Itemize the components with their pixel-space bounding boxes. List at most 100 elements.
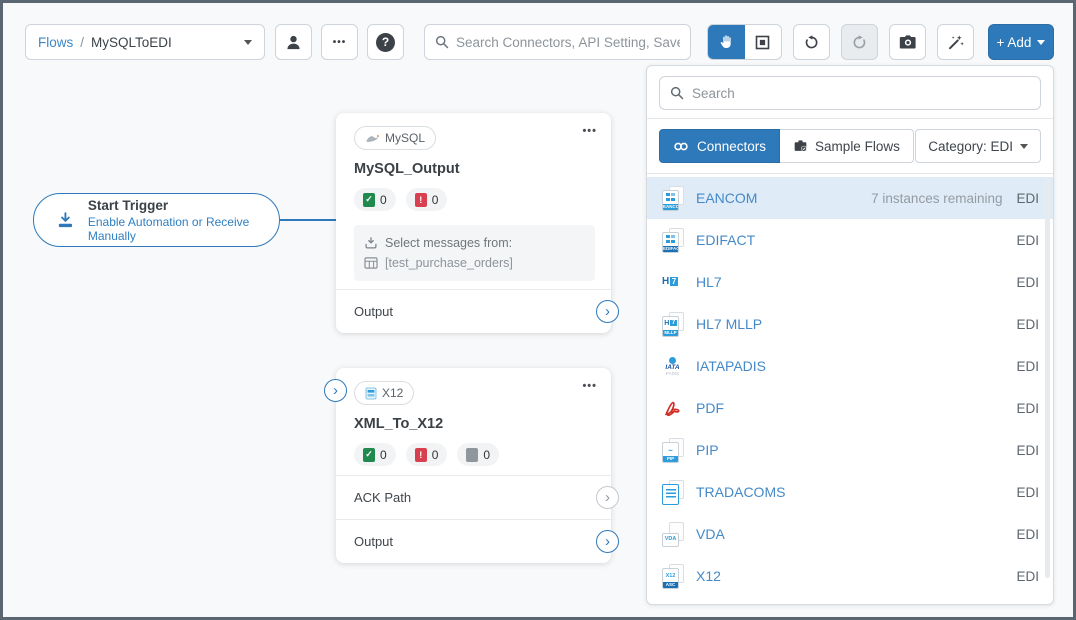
x12-doc-count[interactable]: 0 [457,443,499,466]
connector-search[interactable] [659,76,1041,110]
trigger-subtitle[interactable]: Enable Automation or Receive Manually [88,215,279,243]
marquee-select-icon [755,35,770,50]
mysql-logo-icon [365,134,380,143]
connector-category: EDI [1016,485,1039,500]
x12-output-label: Output [354,534,393,549]
link-icon [673,141,690,152]
connector-row-x12[interactable]: X12ASC X12 EDI [647,555,1053,597]
connector-name[interactable]: PIP [696,442,990,458]
error-file-icon: ! [415,448,427,462]
x12-error-count[interactable]: ! 0 [406,443,448,466]
success-count-value: 0 [380,193,387,207]
mysql-output-label: Output [354,304,393,319]
connector-row-pip[interactable]: ~PIP PIP EDI [647,429,1053,471]
x12-node-header: X12 ••• XML_To_X12 ✓ 0 ! 0 0 [336,368,611,466]
mysql-error-count[interactable]: ! 0 [406,188,448,211]
global-search[interactable] [424,24,691,60]
x12-output-row[interactable]: Output › [336,519,611,563]
redo-button[interactable] [841,24,878,60]
connector-name[interactable]: TRADACOMS [696,484,990,500]
mysql-type-badge: MySQL [354,126,436,150]
global-search-input[interactable] [456,35,680,50]
success-count-value: 0 [380,448,387,462]
breadcrumb-root-link[interactable]: Flows [38,35,73,50]
add-button[interactable]: + Add [988,24,1054,60]
more-options-button[interactable]: ••• [321,24,358,60]
x12-ack-port[interactable]: › [596,486,619,509]
panel-scrollbar[interactable] [1045,178,1050,578]
undo-button[interactable] [793,24,830,60]
connector-list: EANCOM EANCOM 7 instances remaining EDI … [647,174,1053,597]
connector-name[interactable]: HL7 MLLP [696,316,990,332]
connector-category: EDI [1016,569,1039,584]
mysql-output-port[interactable]: › [596,300,619,323]
panel-search-section [647,66,1053,119]
connector-category: EDI [1016,317,1039,332]
x12-ack-path-row[interactable]: ACK Path › [336,475,611,519]
x12-success-count[interactable]: ✓ 0 [354,443,396,466]
x12-node-menu-button[interactable]: ••• [582,380,597,392]
connector-name[interactable]: EDIFACT [696,232,990,248]
connector-row-hl7-mllp[interactable]: H7MLLP HL7 MLLP EDI [647,303,1053,345]
connector-category: EDI [1016,443,1039,458]
connector-row-tradacoms[interactable]: TRADACOMS EDI [647,471,1053,513]
iata-padis-icon: IATAPADIS [661,354,684,379]
x12-counts: ✓ 0 ! 0 0 [354,443,595,466]
edifact-doc-icon: EDIFACT [661,228,684,253]
help-icon: ? [376,33,395,52]
connector-name[interactable]: VDA [696,526,990,542]
breadcrumb-current-flow: MySQLToEDI [91,35,172,50]
connector-row-eancom[interactable]: EANCOM EANCOM 7 instances remaining EDI [647,177,1053,219]
x12-node-title: XML_To_X12 [354,416,595,432]
mysql-node-menu-button[interactable]: ••• [582,125,597,137]
start-trigger-node[interactable]: Start Trigger Enable Automation or Recei… [33,193,280,247]
connector-row-iatapadis[interactable]: IATAPADIS IATAPADIS EDI [647,345,1053,387]
tradacoms-doc-icon [661,480,684,505]
doc-count-value: 0 [483,448,490,462]
panel-tab-group: Connectors Sample Flows [659,129,914,163]
connector-row-pdf[interactable]: PDF EDI [647,387,1053,429]
tab-connectors[interactable]: Connectors [659,129,780,163]
connector-name[interactable]: PDF [696,400,990,416]
connector-category: EDI [1016,191,1039,206]
connector-row-vda[interactable]: VDA VDA EDI [647,513,1053,555]
connector-row-hl7[interactable]: H!7 HL7 EDI [647,261,1053,303]
briefcase-check-icon [793,139,808,153]
tab-sample-flows[interactable]: Sample Flows [780,129,914,163]
connector-panel: Connectors Sample Flows Category: EDI EA… [646,65,1054,605]
connector-category: EDI [1016,233,1039,248]
connector-name[interactable]: X12 [696,568,990,584]
auto-arrange-button[interactable] [937,24,974,60]
snapshot-button[interactable] [889,24,926,60]
table-icon [364,257,378,269]
user-button[interactable] [275,24,312,60]
trigger-texts: Start Trigger Enable Automation or Recei… [88,198,279,243]
pan-tool-button[interactable] [708,25,745,59]
eancom-doc-icon: EANCOM [661,186,684,211]
user-icon [285,34,302,51]
x12-output-port[interactable]: › [596,530,619,553]
error-count-value: 0 [432,193,439,207]
camera-icon [899,34,917,50]
connector-name[interactable]: IATAPADIS [696,358,990,374]
mysql-success-count[interactable]: ✓ 0 [354,188,396,211]
add-button-label: + Add [997,35,1032,50]
mysql-output-node[interactable]: MySQL ••• MySQL_Output ✓ 0 ! 0 Select me… [336,113,611,333]
help-button[interactable]: ? [367,24,404,60]
x12-input-port[interactable]: › [324,379,347,402]
category-filter-button[interactable]: Category: EDI [915,129,1041,163]
marquee-select-button[interactable] [745,25,782,59]
x12-doc-icon: X12ASC [661,564,684,589]
hand-icon [718,34,734,50]
x12-badge-icon [365,387,377,400]
connector-search-input[interactable] [692,86,1030,101]
xml-to-x12-node[interactable]: › X12 ••• XML_To_X12 ✓ 0 ! 0 0 [336,368,611,563]
ack-path-label: ACK Path [354,490,411,505]
redo-icon [851,34,868,51]
connector-row-edifact[interactable]: EDIFACT EDIFACT EDI [647,219,1053,261]
connector-name[interactable]: HL7 [696,274,990,290]
connector-name[interactable]: EANCOM [696,190,859,206]
chevron-down-icon [244,40,252,45]
flow-breadcrumb-select[interactable]: Flows / MySQLToEDI [25,24,265,60]
mysql-output-row[interactable]: Output › [336,289,611,333]
